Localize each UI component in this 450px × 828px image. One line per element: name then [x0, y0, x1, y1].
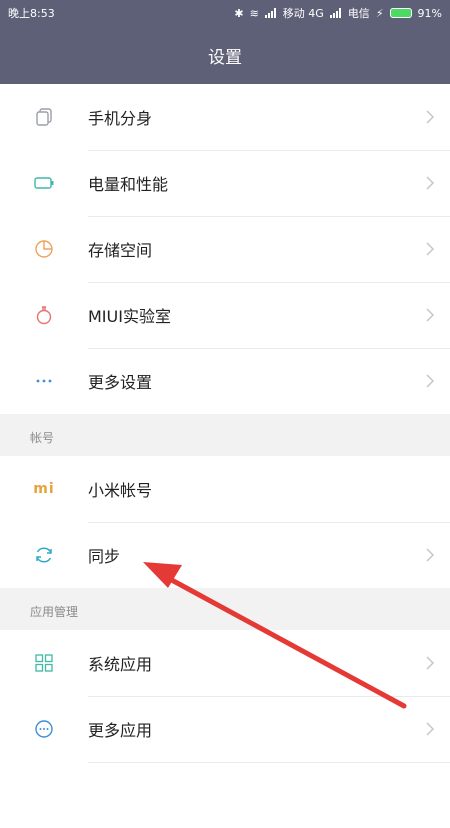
signal-icon	[264, 8, 277, 18]
pie-chart-icon	[35, 240, 53, 258]
settings-item-mi-account[interactable]: mi 小米帐号	[0, 456, 450, 522]
status-bar: 晚上8:53 ✱ ≋ 移动 4G 电信 ⚡ 91%	[0, 0, 450, 26]
more-dots-icon	[36, 379, 52, 383]
settings-item-label: MIUI实验室	[88, 307, 171, 326]
settings-item-label: 手机分身	[88, 109, 153, 128]
chevron-right-icon	[426, 722, 435, 736]
settings-item-label: 更多应用	[88, 721, 153, 740]
settings-item-more-apps[interactable]: 更多应用	[0, 696, 450, 762]
settings-group-main: 手机分身 电量和性能 存储空间 MIUI实验室 更多设置	[0, 84, 450, 414]
carrier-1: 移动 4G	[282, 7, 324, 20]
chevron-right-icon	[426, 110, 435, 124]
chevron-right-icon	[426, 374, 435, 388]
page-title-bar: 设置	[0, 26, 450, 84]
settings-item-more-settings[interactable]: 更多设置	[0, 348, 450, 414]
settings-item-battery[interactable]: 电量和性能	[0, 150, 450, 216]
signal-icon	[329, 8, 342, 18]
carrier-2: 电信	[347, 7, 370, 20]
settings-group-apps: 系统应用 更多应用	[0, 630, 450, 828]
wifi-icon: ≋	[249, 6, 259, 20]
settings-item-miui-lab[interactable]: MIUI实验室	[0, 282, 450, 348]
battery-percent: 91%	[417, 6, 442, 20]
settings-item-partial[interactable]	[0, 762, 450, 828]
battery-icon	[34, 177, 54, 189]
flask-icon	[36, 306, 52, 325]
chevron-right-icon	[426, 308, 435, 322]
settings-item-label: 电量和性能	[88, 175, 169, 194]
chevron-right-icon	[426, 242, 435, 256]
settings-item-label: 系统应用	[88, 655, 153, 674]
page-title: 设置	[208, 47, 242, 68]
settings-list: 手机分身 电量和性能 存储空间 MIUI实验室 更多设置 帐号 mi 小米帐号 …	[0, 84, 450, 828]
bluetooth-icon: ✱	[234, 6, 244, 20]
settings-item-sync[interactable]: 同步	[0, 522, 450, 588]
settings-item-label: 更多设置	[88, 373, 153, 392]
section-header-account: 帐号	[0, 414, 450, 456]
settings-item-system-apps[interactable]: 系统应用	[0, 630, 450, 696]
settings-item-label: 存储空间	[88, 241, 153, 260]
chevron-right-icon	[426, 548, 435, 562]
copy-icon	[36, 108, 52, 126]
settings-group-account: mi 小米帐号 同步	[0, 456, 450, 588]
sync-icon	[36, 547, 52, 563]
settings-item-label: 同步	[88, 547, 121, 566]
chevron-right-icon	[426, 176, 435, 190]
section-header-app-management: 应用管理	[0, 588, 450, 630]
settings-item-dual-apps[interactable]: 手机分身	[0, 84, 450, 150]
grid-icon	[35, 654, 53, 672]
mi-logo-icon: mi	[33, 481, 55, 497]
battery-icon	[389, 8, 412, 18]
more-circle-icon	[35, 720, 53, 738]
status-time: 晚上8:53	[8, 7, 55, 20]
charging-icon: ⚡	[375, 6, 384, 20]
chevron-right-icon	[426, 656, 435, 670]
settings-item-label: 小米帐号	[88, 481, 153, 500]
settings-item-storage[interactable]: 存储空间	[0, 216, 450, 282]
